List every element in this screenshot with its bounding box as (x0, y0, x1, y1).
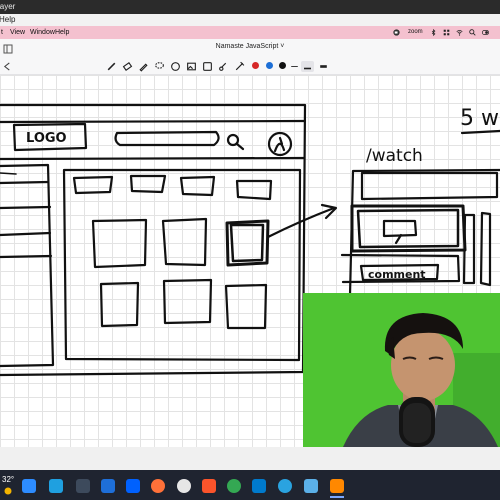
menu-item-window[interactable]: Window (30, 26, 55, 39)
canvas-footer (0, 447, 500, 470)
zoom-icon[interactable] (393, 29, 400, 36)
player-title: layer (0, 2, 16, 11)
sketch-arrow (266, 206, 336, 239)
github-icon[interactable] (177, 479, 191, 493)
vscode-icon[interactable] (252, 479, 266, 493)
color-blue-swatch[interactable] (266, 62, 273, 69)
color-black-swatch[interactable] (279, 62, 286, 69)
sketch-search-bar (114, 130, 220, 147)
presenter-video (303, 293, 500, 447)
webcam-overlay (303, 293, 500, 447)
color-red-swatch[interactable] (252, 62, 259, 69)
store-icon[interactable] (101, 479, 115, 493)
firefox-icon[interactable] (151, 479, 165, 493)
link-icon[interactable] (218, 61, 229, 72)
drawing-toolbar (0, 59, 500, 75)
sticker-icon[interactable] (202, 61, 213, 72)
pen-icon[interactable] (106, 61, 117, 72)
sketch-logo-text: LOGO (26, 131, 67, 146)
wifi-icon[interactable] (456, 29, 463, 36)
menu-item-help[interactable]: Help (55, 26, 69, 39)
menu-item-edit[interactable]: t (1, 26, 3, 39)
weather-icon[interactable] (3, 486, 13, 496)
photos-icon[interactable] (304, 479, 318, 493)
sketch-comment-text: comment (368, 268, 426, 281)
bluetooth-icon[interactable] (430, 29, 437, 36)
sketch-video-card (91, 218, 148, 269)
help-menu[interactable]: Help (0, 14, 15, 26)
search-icon[interactable] (469, 29, 476, 36)
eraser-icon[interactable] (122, 61, 133, 72)
toggle-icon[interactable] (482, 29, 489, 36)
menu-item-view[interactable]: View (10, 26, 25, 39)
sketch-corner-text: 5 w (460, 106, 499, 131)
weather-temperature[interactable]: 32° (2, 475, 14, 484)
sketch-watch-player (350, 204, 467, 253)
mac-menubar: t View Window Help zoom (0, 26, 500, 39)
vlc-icon[interactable] (330, 479, 344, 493)
sketch-sidebar (0, 163, 55, 368)
lasso-icon[interactable] (154, 61, 165, 72)
document-title[interactable]: Namaste JavaScript ˅ (0, 43, 500, 50)
player-title-bar: layer (0, 0, 500, 14)
brave-icon[interactable] (202, 479, 216, 493)
sketch-watch-text: /watch (366, 146, 423, 166)
stroke-width-selected[interactable] (301, 61, 314, 72)
camera-icon[interactable] (76, 479, 90, 493)
grid-icon[interactable] (443, 29, 450, 36)
help-bar: Help (0, 14, 500, 26)
thicker-stroke-icon[interactable] (318, 61, 329, 72)
shape-icon[interactable] (170, 61, 181, 72)
active-app-indicator (330, 496, 344, 498)
magic-pen-icon[interactable] (234, 61, 245, 72)
dropbox-icon[interactable] (126, 479, 140, 493)
windows-taskbar: 32° (0, 470, 500, 500)
image-icon[interactable] (186, 61, 197, 72)
thick-stroke-icon (304, 67, 311, 70)
zoom-app-icon[interactable] (22, 479, 36, 493)
highlighter-icon[interactable] (138, 61, 149, 72)
chrome-icon[interactable] (227, 479, 241, 493)
telegram-icon[interactable] (278, 479, 292, 493)
app-titlebar: Namaste JavaScript ˅ (0, 39, 500, 60)
thin-stroke-icon[interactable] (289, 61, 300, 72)
back-arrow-icon[interactable] (3, 62, 12, 71)
zoom-status-label[interactable]: zoom (408, 26, 423, 39)
edge-icon[interactable] (49, 479, 63, 493)
